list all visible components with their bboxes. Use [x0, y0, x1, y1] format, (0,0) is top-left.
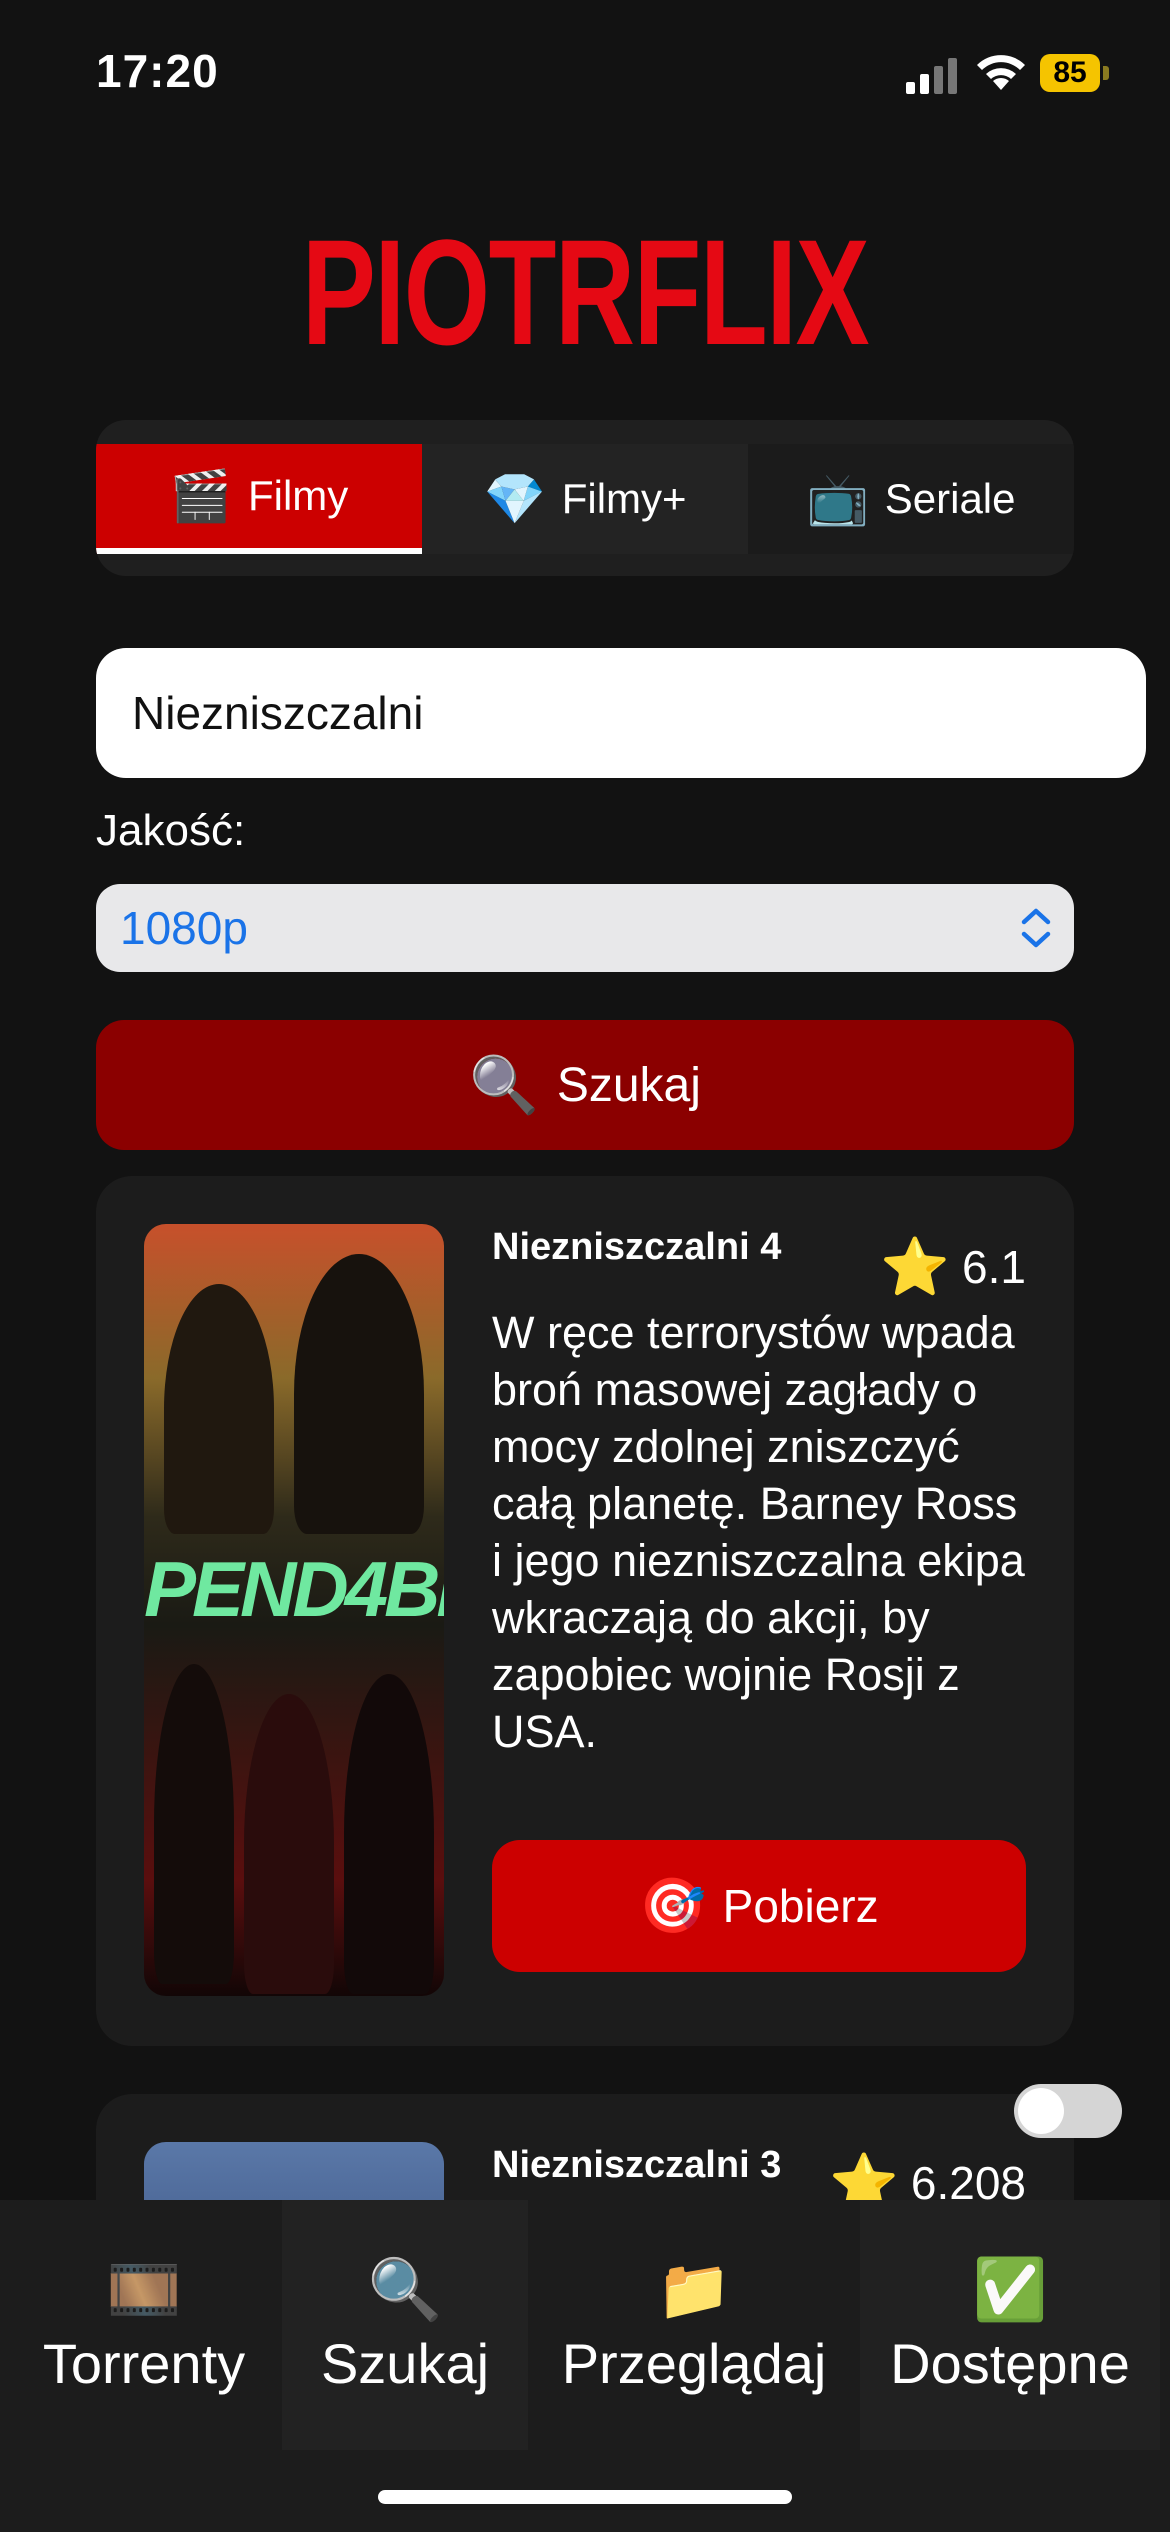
check-mark-icon: ✅	[972, 2255, 1048, 2323]
result-card: PEND4BL Niezniszczalni 4 ⭐ 6.1 W ręce te…	[96, 1176, 1074, 2046]
tab-label: Seriale	[884, 475, 1016, 522]
movie-rating: ⭐ 6.1	[880, 1234, 1026, 1300]
nav-label: Torrenty	[42, 2331, 246, 2395]
magnifier-icon: 🔍	[367, 2255, 443, 2323]
download-button[interactable]: 🎯 Pobierz	[492, 1840, 1026, 1972]
search-button[interactable]: 🔍 Szukaj	[96, 1020, 1074, 1150]
tab-label: Filmy+	[561, 475, 687, 522]
toggle-switch[interactable]	[1014, 2084, 1122, 2138]
movie-poster: PEND4BL	[144, 1224, 444, 1996]
battery-icon: 85	[1040, 54, 1110, 92]
magnifier-icon: 🔍	[469, 1053, 539, 1116]
toggle-knob	[1018, 2088, 1064, 2134]
search-button-label: Szukaj	[556, 1058, 701, 1112]
tab-filmy[interactable]: 🎬 Filmy	[96, 444, 422, 554]
nav-label: Dostępne	[890, 2331, 1130, 2395]
rating-value: 6.1	[962, 1241, 1026, 1293]
battery-level: 85	[1040, 54, 1100, 92]
bottom-navigation: 🎞️ Torrenty 🔍 Szukaj 📁 Przeglądaj ✅ Dost…	[0, 2200, 1170, 2532]
clapperboard-icon: 🎬	[169, 467, 232, 524]
star-icon: ⭐	[880, 1235, 951, 1298]
nav-dostepne[interactable]: ✅ Dostępne	[860, 2200, 1160, 2450]
television-icon: 📺	[806, 470, 869, 527]
tab-seriale[interactable]: 📺 Seriale	[748, 444, 1074, 554]
app-logo: PIOTRFLIX	[301, 208, 870, 376]
target-icon: 🎯	[639, 1875, 707, 1936]
chevron-up-down-icon	[1021, 908, 1051, 948]
quality-select[interactable]: 1080p	[96, 884, 1074, 972]
folder-icon: 📁	[656, 2255, 732, 2323]
download-button-label: Pobierz	[722, 1880, 879, 1932]
search-input[interactable]	[96, 648, 1146, 778]
quality-selected-value: 1080p	[120, 902, 248, 954]
movie-title: Niezniszczalni 4	[492, 1226, 782, 1268]
category-tabs: 🎬 Filmy 💎 Filmy+ 📺 Seriale	[96, 420, 1074, 576]
nav-szukaj[interactable]: 🔍 Szukaj	[282, 2200, 528, 2450]
cellular-signal-icon	[906, 56, 958, 94]
movie-description: W ręce terrorystów wpada broń masowej za…	[492, 1307, 1025, 1757]
wifi-icon	[977, 55, 1025, 90]
nav-label: Szukaj	[320, 2331, 490, 2395]
nav-label: Przeglądaj	[561, 2331, 827, 2395]
nav-torrenty[interactable]: 🎞️ Torrenty	[20, 2200, 268, 2450]
poster-title-text: PEND4BL	[144, 1545, 444, 1633]
home-indicator[interactable]	[378, 2490, 792, 2504]
status-bar: 17:20 85	[0, 0, 1170, 150]
status-time: 17:20	[96, 45, 219, 97]
gem-icon: 💎	[483, 470, 546, 527]
movie-title: Niezniszczalni 3	[492, 2144, 782, 2186]
film-reel-icon: 🎞️	[106, 2255, 182, 2323]
quality-label: Jakość:	[96, 806, 246, 855]
tab-label: Filmy	[247, 472, 349, 519]
tab-filmy-plus[interactable]: 💎 Filmy+	[422, 444, 748, 554]
nav-przegladaj[interactable]: 📁 Przeglądaj	[542, 2200, 846, 2450]
